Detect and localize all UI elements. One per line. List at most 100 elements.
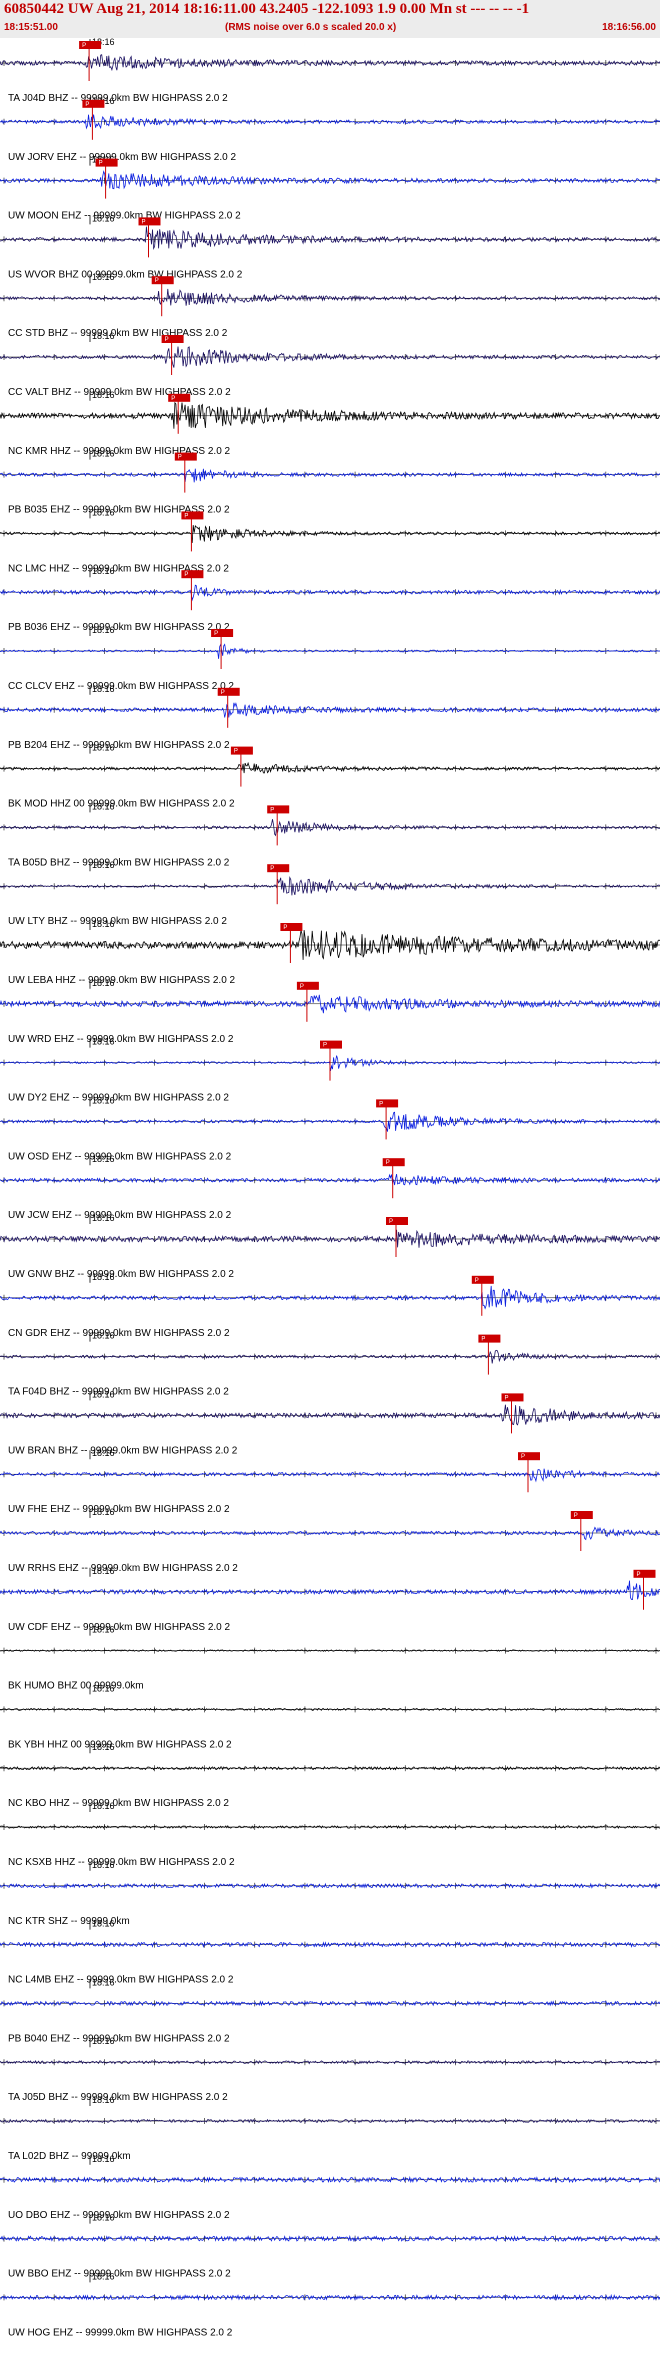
pick-label: P: [155, 278, 159, 284]
waveform-line: [0, 1285, 660, 1310]
pick-label: P: [214, 631, 218, 637]
minute-mark-label: 18:16: [92, 507, 115, 517]
trace-row: 18:16NC L4MB EHZ -- 99999.0km BW HIGHPAS…: [0, 1919, 660, 1986]
trace-row: 18:16 P UW DY2 EHZ -- 99999.0km BW HIGHPAS…: [0, 1037, 660, 1104]
pick-label: P: [171, 396, 175, 402]
station-label: CN GDR EHZ -- 99999.0km BW HIGHPASS 2.0 …: [8, 1328, 230, 1339]
waveform-line: [0, 584, 660, 602]
station-label: UW DY2 EHZ -- 99999.0km BW HIGHPASS 2.0 …: [8, 1093, 229, 1104]
pick-label: P: [386, 1160, 390, 1166]
minute-mark-label: 18:16: [92, 1331, 115, 1341]
waveform-line: [0, 226, 660, 251]
station-label: NC KMR HHZ -- 99999.0km BW HIGHPASS 2.0 …: [8, 446, 231, 457]
minute-mark-label: 18:16: [92, 1037, 115, 1047]
waveform-line: [0, 1649, 660, 1652]
minute-mark-label: 18:16: [92, 272, 115, 282]
end-time-label: 18:16:56.00: [602, 22, 656, 33]
minute-mark-label: 18:16: [92, 1977, 115, 1987]
minute-mark-label: 18:16: [92, 390, 115, 400]
pick-label: P: [221, 690, 225, 696]
station-label: PB B204 EHZ -- 99999.0km BW HIGHPASS 2.0…: [8, 740, 230, 751]
trace-row: 18:16 P UW JCW EHZ -- 99999.0km BW HIGHPAS…: [0, 1154, 660, 1221]
station-label: UW BRAN BHZ -- 99999.0km BW HIGHPASS 2.0…: [8, 1445, 238, 1456]
waveform-line: [0, 1349, 660, 1364]
station-label: UW JORV EHZ -- 99999.0km BW HIGHPASS 2.0…: [8, 152, 236, 163]
trace-row: 18:16UO DBO EHZ -- 99999.0km BW HIGHPASS…: [0, 2154, 660, 2221]
scaling-note: (RMS noise over 6.0 s scaled 20.0 x): [225, 22, 397, 33]
trace-row: 18:16BK YBH HHZ 00 99999.0km BW HIGHPASS…: [0, 1683, 660, 1750]
pick-label: P: [505, 1395, 509, 1401]
trace-row: 18:16PUW MOON EHZ -- 99999.0km BW HIGHPA…: [0, 155, 660, 222]
pick-label: P: [234, 749, 238, 755]
station-label: NC KSXB HHZ -- 99999.0km BW HIGHPASS 2.0…: [8, 1857, 235, 1868]
minute-mark-label: 18:16: [92, 743, 115, 753]
trace-row: 18:16 P CN GDR EHZ -- 99999.0km BW HIGHPAS…: [0, 1272, 660, 1339]
station-label: CC VALT BHZ -- 99999.0km BW HIGHPASS 2.0…: [8, 387, 231, 398]
pick-label: P: [379, 1101, 383, 1107]
minute-mark-label: 18:16: [92, 801, 115, 811]
station-label: UW CDF EHZ -- 99999.0km BW HIGHPASS 2.0 …: [8, 1622, 231, 1633]
trace-row: 18:16 P UW FHE EHZ -- 99999.0km BW HIGHPAS…: [0, 1448, 660, 1515]
minute-mark-label: 18:16: [92, 1095, 115, 1105]
station-label: UW HOG EHZ -- 99999.0km BW HIGHPASS 2.0 …: [8, 2327, 233, 2338]
trace-row: 18:16 P CC STD BHZ -- 99999.0km BW HIGHPAS…: [0, 272, 660, 339]
station-label: UW BBO EHZ -- 99999.0km BW HIGHPASS 2.0 …: [8, 2269, 231, 2280]
minute-mark-label: 18:16: [92, 1448, 115, 1458]
station-label: UW WRD EHZ -- 99999.0km BW HIGHPASS 2.0 …: [8, 1034, 234, 1045]
waveform-line: [0, 1111, 660, 1132]
waveform-line: [0, 525, 660, 543]
waveform-line: [0, 761, 660, 774]
pick-label: P: [300, 984, 304, 990]
station-label: UO DBO EHZ -- 99999.0km BW HIGHPASS 2.0 …: [8, 2210, 230, 2221]
station-label: US WVOR BHZ 00 99999.0km BW HIGHPASS 2.0…: [8, 269, 243, 280]
minute-mark-label: 18:16: [92, 1683, 115, 1693]
station-label: UW GNW BHZ -- 99999.0km BW HIGHPASS 2.0 …: [8, 1269, 234, 1280]
waveform-line: [0, 1468, 660, 1483]
pick-label: P: [142, 219, 146, 225]
trace-row: 18:16 PPB B035 EHZ -- 99999.0km BW HIGHPA…: [0, 449, 660, 516]
waveform-line: [0, 54, 660, 72]
waveform-line: [0, 643, 660, 659]
trace-row: 18:16 P US WVOR BHZ 00 99999.0km BW HIGHPA…: [0, 213, 660, 280]
trace-row: 18:16PUW JORV EHZ -- 99999.0km BW HIGHPA…: [0, 96, 660, 163]
station-label: TA J05D BHZ -- 99999.0km BW HIGHPASS 2.0…: [8, 2092, 228, 2103]
station-label: TA J04D BHZ -- 99999.0km BW HIGHPASS 2.0…: [8, 93, 228, 104]
minute-mark-label: 18:16: [92, 1213, 115, 1223]
minute-mark-label: 18:16: [92, 625, 115, 635]
trace-row: 18:16 UW BBO EHZ -- 99999.0km BW HIGHPASS…: [0, 2213, 660, 2280]
pick-label: P: [270, 807, 274, 813]
station-label: UW RRHS EHZ -- 99999.0km BW HIGHPASS 2.0…: [8, 1563, 238, 1574]
minute-mark-label: 18:16: [92, 449, 115, 459]
trace-row: 18:16 P CC CLCV EHZ -- 99999.0km BW HIGHPA…: [0, 625, 660, 692]
record-header: 60850442 UW Aug 21, 2014 18:16:11.00 43.…: [0, 0, 660, 38]
minute-mark-label: 18:16: [92, 1566, 115, 1576]
station-label: TA B05D BHZ -- 99999.0km BW HIGHPASS 2.0…: [8, 857, 230, 868]
trace-row: 18:16 P NC KMR HHZ -- 99999.0km BW HIGHPAS…: [0, 390, 660, 457]
waveform-line: [0, 1173, 660, 1186]
trace-row: 18:16 P UW RRHS EHZ -- 99999.0km BW HIGHPA…: [0, 1507, 660, 1574]
seismogram-plot: 18:16PTA J04D BHZ -- 99999.0km BW HIGHPA…: [0, 38, 660, 2338]
minute-mark-label: 18:16: [92, 2095, 115, 2105]
trace-row: 18:16 P UW BRAN BHZ -- 99999.0km BW HIGHPA…: [0, 1389, 660, 1456]
minute-mark-label: 18:16: [92, 2154, 115, 2164]
trace-row: 18:16TA J05D BHZ -- 99999.0km BW HIGHPAS…: [0, 2036, 660, 2103]
minute-mark-label: 18:16: [92, 1154, 115, 1164]
station-label: UW FHE EHZ -- 99999.0km BW HIGHPASS 2.0 …: [8, 1504, 230, 1515]
minute-mark-label: 18:16: [92, 1919, 115, 1929]
minute-mark-label: 18:16: [92, 1272, 115, 1282]
trace-row: 18:16BK HUMO BHZ 00 99999.0km: [0, 1625, 660, 1692]
minute-mark-label: 18:16: [92, 2213, 115, 2223]
waveform-line: [0, 1404, 660, 1426]
minute-mark-label: 18:16: [92, 2036, 115, 2046]
waveform-line: [0, 170, 660, 190]
trace-row: 18:16TA L02D BHZ -- 99999.0km: [0, 2095, 660, 2162]
trace-row: 18:16 PNC LMC HHZ -- 99999.0km BW HIGHPAS…: [0, 507, 660, 574]
start-time-label: 18:15:51.00: [4, 22, 58, 33]
pick-label: P: [85, 102, 89, 108]
trace-row: 18:16PTA J04D BHZ -- 99999.0km BW HIGHPA…: [0, 38, 660, 104]
station-label: CC STD BHZ -- 99999.0km BW HIGHPASS 2.0 …: [8, 328, 228, 339]
waveform-line: [0, 1526, 660, 1541]
pick-label: P: [389, 1219, 393, 1225]
station-label: UW LTY BHZ -- 99999.0km BW HIGHPASS 2.0 …: [8, 916, 227, 927]
waveform-line: [0, 114, 660, 130]
